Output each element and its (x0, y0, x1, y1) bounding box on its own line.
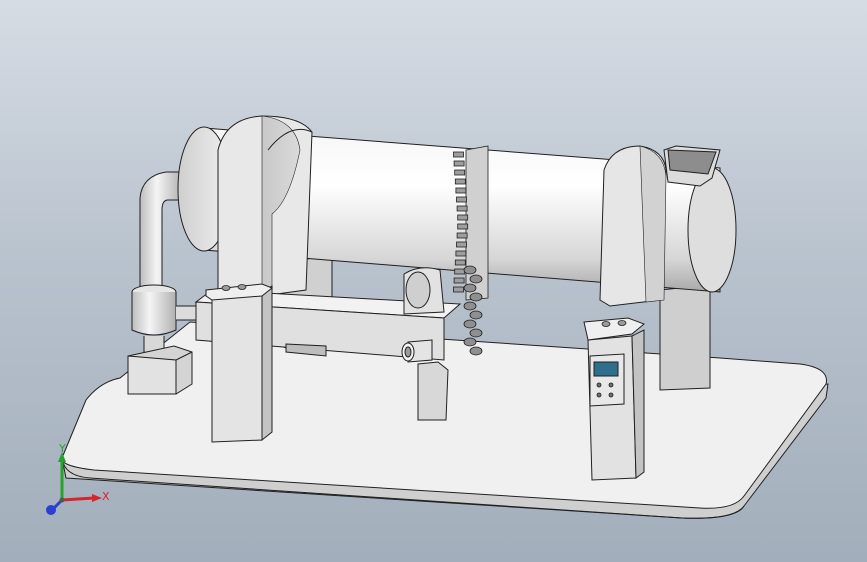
chain-link (463, 265, 477, 275)
drum-end-cap[interactable] (687, 167, 737, 293)
drive-shaft[interactable] (401, 339, 433, 363)
cad-viewport[interactable]: Y X (0, 0, 867, 562)
sprocket-tooth (456, 241, 467, 248)
sprocket-tooth (456, 196, 467, 203)
front-left-leg[interactable] (205, 283, 273, 443)
sprocket-tooth (456, 232, 468, 239)
chain-link (469, 292, 483, 302)
sprocket-tooth (454, 259, 466, 266)
chain-link (469, 328, 483, 338)
chain-link (463, 337, 477, 347)
elbow-pipe[interactable] (139, 171, 183, 301)
controller-display (593, 361, 619, 377)
controller-button[interactable] (608, 392, 614, 398)
x-axis-arrowhead (92, 494, 102, 502)
sprocket-tooth (456, 205, 468, 212)
sprocket-tooth (455, 250, 467, 257)
x-axis-arrow (61, 496, 95, 502)
sprocket-tooth (453, 151, 464, 158)
x-axis-label: X (102, 490, 110, 503)
sprocket-tooth (453, 277, 465, 284)
controller-button[interactable] (596, 382, 602, 388)
sprocket-tooth (454, 169, 466, 176)
z-axis-arrowhead (46, 505, 56, 515)
chain-link (463, 301, 477, 311)
triad-origin (59, 497, 65, 503)
sprocket-tooth (457, 214, 469, 221)
chain-link (463, 319, 477, 329)
assembly-model[interactable]: Y X (0, 0, 867, 562)
motor-mount[interactable] (417, 361, 449, 421)
chain-link (469, 274, 483, 284)
chain-link (463, 283, 477, 293)
chain-link (469, 346, 483, 356)
sprocket-tooth (455, 187, 467, 194)
sprocket-tooth (453, 286, 464, 293)
controller-button[interactable] (596, 392, 602, 398)
back-right-support[interactable] (659, 285, 711, 391)
left-bearing-saddle[interactable] (217, 115, 313, 297)
bearing-pillow[interactable] (403, 267, 445, 315)
temperature-controller[interactable] (589, 353, 625, 407)
chain-link (469, 310, 483, 320)
sprocket-tooth (457, 223, 469, 230)
right-bearing-saddle[interactable] (599, 145, 667, 307)
sprocket-tooth (454, 268, 466, 275)
left-motor-block[interactable] (127, 345, 193, 395)
controller-button[interactable] (608, 382, 614, 388)
sprocket-tooth (453, 160, 465, 167)
y-axis-label: Y (58, 442, 66, 455)
sprocket-tooth (454, 178, 466, 185)
